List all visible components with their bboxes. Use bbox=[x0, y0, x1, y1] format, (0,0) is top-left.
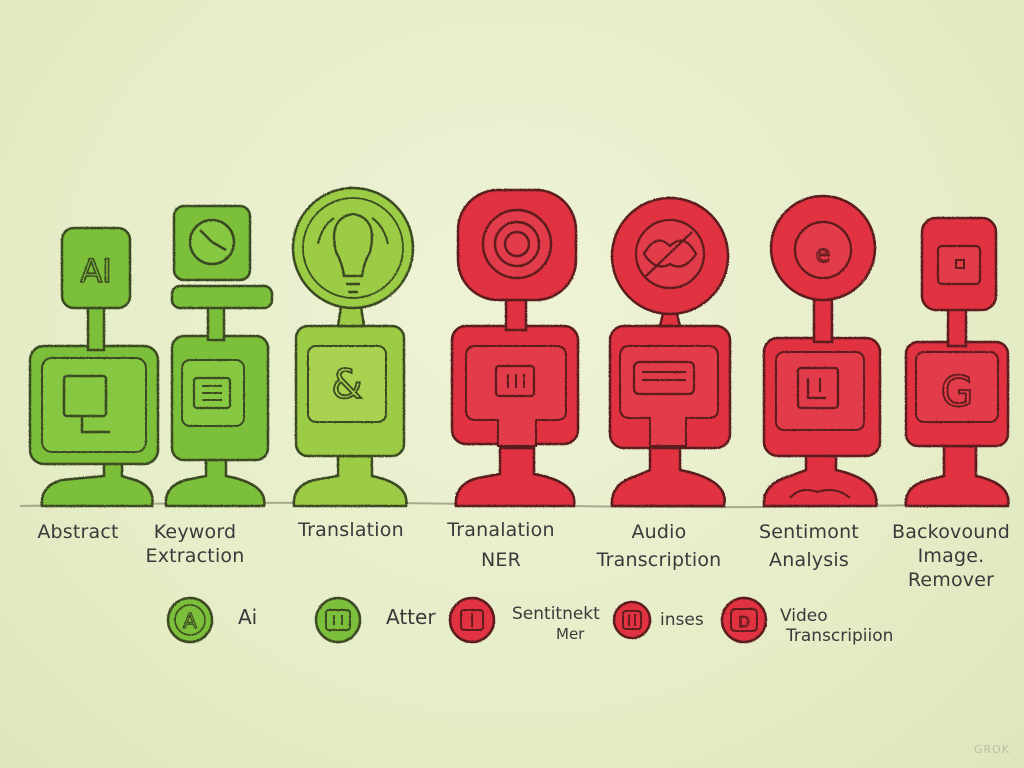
label-line: Extraction bbox=[145, 545, 245, 567]
label-line: Abstract bbox=[37, 521, 119, 543]
legend-label-video: Video Transcripiion bbox=[780, 606, 894, 646]
legend-icon-atter bbox=[314, 596, 362, 644]
legend-label-sentitnekt: Sentitnekt Mer bbox=[512, 604, 600, 643]
figure-neck bbox=[946, 304, 968, 348]
figure-translation-ner bbox=[450, 188, 580, 508]
figure-base bbox=[292, 454, 408, 508]
legend-label-ai: Ai bbox=[238, 605, 258, 629]
figure-audio-transcription bbox=[608, 196, 732, 508]
label-line: Sentimont bbox=[759, 521, 859, 543]
label-sentiment-analysis: Sentimont Analysis bbox=[744, 520, 874, 572]
target-icon bbox=[481, 208, 553, 280]
legend-label-inses: inses bbox=[660, 610, 704, 630]
legend-icon-inses bbox=[612, 600, 652, 640]
emoticon-icon: e bbox=[793, 220, 853, 280]
watermark: GROK bbox=[973, 743, 1010, 756]
label-line: NER bbox=[480, 549, 522, 571]
label-line: Tranalation bbox=[447, 519, 555, 541]
figure-neck bbox=[206, 304, 226, 342]
label-line: Backovound bbox=[891, 521, 1011, 543]
figure-translation: & bbox=[291, 186, 415, 508]
image-icon bbox=[936, 244, 982, 286]
label-translation: Translation bbox=[286, 518, 416, 542]
svg-text:D: D bbox=[738, 613, 750, 631]
figure-background-remover: G bbox=[904, 216, 1010, 508]
label-line: Keyword bbox=[153, 521, 237, 543]
g-icon: G bbox=[941, 367, 974, 416]
legend-icon-ai: A bbox=[166, 596, 214, 644]
label-line: Analysis bbox=[769, 549, 849, 571]
svg-text:e: e bbox=[816, 240, 831, 268]
figure-head bbox=[291, 186, 415, 310]
figure-sentiment-analysis: e bbox=[762, 194, 882, 508]
ampersand-icon: & bbox=[331, 362, 362, 408]
ai-text-icon: AI bbox=[80, 252, 111, 290]
legend-label-atter: Atter bbox=[386, 605, 436, 629]
lips-icon bbox=[634, 218, 706, 290]
legend-icon-sentitnekt bbox=[448, 596, 496, 644]
label-line: Transcription bbox=[596, 549, 722, 571]
label-translation-ner: Tranalation NER bbox=[436, 518, 566, 572]
label-background-remover: Backovound Image. Remover bbox=[886, 520, 1016, 592]
label-line: Audio bbox=[631, 521, 687, 543]
clock-icon bbox=[188, 218, 236, 266]
svg-text:A: A bbox=[183, 609, 197, 633]
figure-base bbox=[610, 444, 726, 508]
illustration-canvas: AI & e G A D bbox=[19, 186, 1011, 644]
label-line: Translation bbox=[298, 519, 404, 541]
figure-base bbox=[454, 446, 576, 508]
figure-neck bbox=[812, 294, 834, 344]
label-line: Remover bbox=[907, 569, 995, 591]
figure-keyword-extraction bbox=[164, 204, 274, 508]
label-abstract: Abstract bbox=[18, 520, 138, 544]
figure-abstract: AI bbox=[28, 226, 160, 508]
label-audio-transcription: Audio Transcription bbox=[584, 520, 734, 572]
label-keyword-extraction: Keyword Extraction bbox=[130, 520, 260, 568]
figure-base bbox=[904, 444, 1010, 508]
label-line: Image. bbox=[917, 545, 985, 567]
legend-icon-video: D bbox=[720, 596, 768, 644]
